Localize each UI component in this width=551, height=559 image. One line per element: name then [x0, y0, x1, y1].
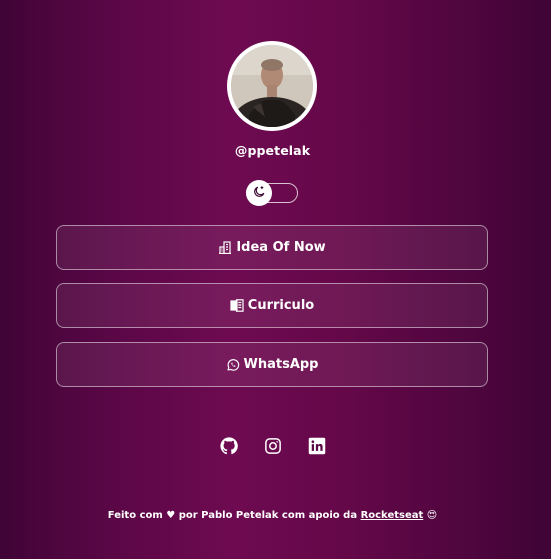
- footer-prefix: Feito com: [107, 510, 163, 521]
- link-label: Idea Of Now: [236, 240, 326, 255]
- linkedin-icon: [308, 437, 326, 459]
- github-icon: [219, 437, 238, 459]
- emoji-icon: 😍: [426, 510, 438, 521]
- link-label: WhatsApp: [243, 357, 319, 372]
- footer: Feito com ♥ por Pablo Petelak com apoio …: [0, 510, 545, 521]
- moon-icon: [252, 184, 266, 203]
- toggle-knob[interactable]: [246, 180, 272, 206]
- linkedin-link[interactable]: [308, 437, 326, 459]
- building-icon: [218, 241, 232, 254]
- heart-icon: ♥: [166, 510, 176, 521]
- instagram-link[interactable]: [264, 437, 282, 459]
- theme-toggle[interactable]: [246, 180, 298, 206]
- whatsapp-icon: [226, 358, 240, 372]
- instagram-icon: [264, 437, 282, 459]
- rocketseat-link[interactable]: Rocketseat: [361, 510, 424, 521]
- link-label: Curriculo: [247, 298, 315, 313]
- github-link[interactable]: [219, 437, 238, 459]
- social-links: [0, 437, 545, 459]
- link-curriculo[interactable]: Curriculo: [56, 283, 488, 328]
- avatar-photo: [231, 45, 313, 127]
- username: @ppetelak: [234, 143, 311, 158]
- footer-credit: por Pablo Petelak com apoio da: [178, 510, 358, 521]
- documents-icon: [230, 299, 244, 312]
- avatar: [227, 41, 317, 131]
- link-whatsapp[interactable]: WhatsApp: [56, 342, 488, 387]
- link-idea-of-now[interactable]: Idea Of Now: [56, 225, 488, 270]
